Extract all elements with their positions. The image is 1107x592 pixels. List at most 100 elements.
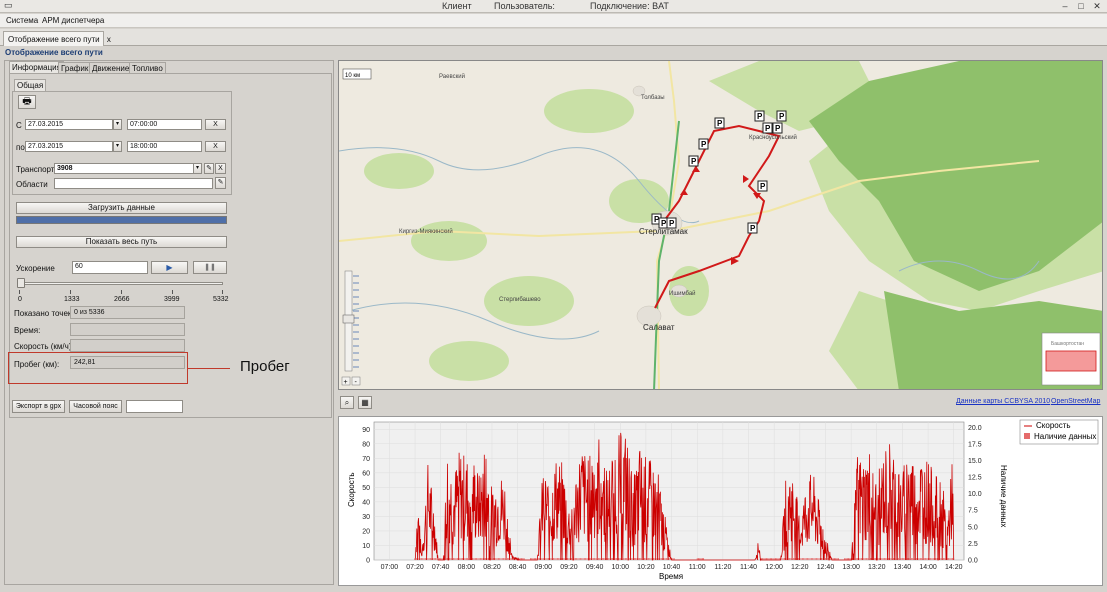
y-tick-label: 60 <box>362 470 370 477</box>
regions-edit-icon[interactable]: ✎ <box>215 177 226 189</box>
minimap-label: Башкортостан <box>1051 341 1084 347</box>
print-icon[interactable]: 🖶 <box>18 95 36 109</box>
tab-close-icon[interactable]: x <box>107 35 111 44</box>
y-tick-label: 50 <box>362 485 370 492</box>
y-axis-label: Скорость <box>347 472 356 507</box>
to-date-dropdown-icon[interactable]: ▾ <box>113 141 122 152</box>
tab-label: Отображение всего пути <box>8 35 100 44</box>
x-axis-label: Время <box>659 572 683 581</box>
transport-dropdown-icon[interactable]: ▾ <box>193 163 202 174</box>
transport-edit-icon[interactable]: ✎ <box>204 163 214 174</box>
clear-from-button[interactable]: X <box>205 119 226 130</box>
from-time-input[interactable]: 07:00:00 <box>127 119 202 130</box>
x-tick-label: 13:40 <box>894 564 912 571</box>
x-tick-label: 09:40 <box>586 564 604 571</box>
map-toolbar: ⌕ ▦ Данные карты CCBYSA 2010 OpenStreetM… <box>338 393 1103 413</box>
tab-general[interactable]: Общая <box>14 79 47 91</box>
transport-label: Транспорт <box>16 165 55 174</box>
legend-speed: Скорость <box>1036 421 1071 430</box>
svg-text:P: P <box>765 124 771 133</box>
load-data-button[interactable]: Загрузить данные <box>16 202 227 214</box>
export-gpx-button[interactable]: Экспорт в gpx <box>12 400 65 413</box>
y-tick-label: 90 <box>362 427 370 434</box>
y-tick-label: 0 <box>366 558 370 565</box>
from-date-input[interactable]: 27.03.2015 <box>25 119 113 130</box>
svg-text:P: P <box>750 224 756 233</box>
x-tick-label: 08:00 <box>458 564 476 571</box>
timezone-input[interactable] <box>126 400 183 413</box>
x-tick-label: 12:00 <box>765 564 783 571</box>
slider-tick-label: 1333 <box>64 296 80 303</box>
minimize-icon[interactable]: – <box>1058 1 1072 11</box>
to-time-input[interactable]: 18:00:00 <box>127 141 202 152</box>
mileage-value: 242,81 <box>70 356 185 369</box>
time-value <box>70 323 185 336</box>
svg-text:P: P <box>691 157 697 166</box>
svg-text:P: P <box>757 112 763 121</box>
map-view[interactable]: P P P P P P P P P P P P Раевский Толбазы… <box>338 60 1103 390</box>
timezone-button[interactable]: Часовой пояс <box>69 400 122 413</box>
place-label: Салават <box>643 323 675 332</box>
map-layers-icon[interactable]: ▦ <box>358 396 372 409</box>
regions-input[interactable] <box>54 178 213 189</box>
legend-availability-swatch <box>1024 433 1030 439</box>
load-progress-fill <box>17 217 226 223</box>
show-path-button[interactable]: Показать весь путь <box>16 236 227 248</box>
menu-dispatcher[interactable]: АРМ диспетчера <box>42 16 104 25</box>
playback-slider[interactable] <box>19 282 223 285</box>
section-title: Отображение всего пути <box>5 48 103 57</box>
minimap[interactable]: Башкортостан <box>1041 332 1101 386</box>
transport-clear-button[interactable]: X <box>215 163 226 174</box>
y2-tick-label: 12.5 <box>968 475 982 482</box>
close-icon[interactable]: ✕ <box>1090 1 1104 11</box>
y-tick-label: 80 <box>362 441 370 448</box>
to-date-input[interactable]: 27.03.2015 <box>25 141 113 152</box>
x-tick-label: 07:20 <box>406 564 424 571</box>
place-label: Киргиз-Миякинский <box>399 228 453 235</box>
connection-label: Подключение: BAT <box>590 1 669 11</box>
x-tick-label: 14:20 <box>945 564 963 571</box>
map-attribution-link[interactable]: Данные карты CCBYSA 2010 <box>956 398 1050 405</box>
y2-tick-label: 5.0 <box>968 524 978 531</box>
slider-handle[interactable] <box>17 278 25 288</box>
scale-label: 10 км <box>345 73 360 79</box>
place-label: Раевский <box>439 73 465 80</box>
x-tick-label: 09:20 <box>560 564 578 571</box>
x-tick-label: 14:00 <box>919 564 937 571</box>
points-value: 0 из 5336 <box>70 306 185 319</box>
y2-axis-label: Наличие данных <box>999 465 1008 527</box>
place-label: Толбазы <box>641 95 665 101</box>
place-label: Красноусольский <box>749 134 797 141</box>
zoom-in-label: + <box>344 379 348 386</box>
speedup-input[interactable]: 60 <box>72 261 148 274</box>
mileage-label: Пробег (км): <box>14 360 60 369</box>
maximize-icon[interactable]: □ <box>1074 1 1088 11</box>
slider-tick-label: 5332 <box>213 296 229 303</box>
x-tick-label: 08:40 <box>509 564 527 571</box>
clear-to-button[interactable]: X <box>205 141 226 152</box>
speed-label: Скорость (км/ч): <box>14 342 74 351</box>
play-icon[interactable]: ▶ <box>151 261 188 274</box>
from-date-dropdown-icon[interactable]: ▾ <box>113 119 122 130</box>
map-search-icon[interactable]: ⌕ <box>340 396 354 409</box>
tab-full-path[interactable]: Отображение всего пути x <box>3 31 111 46</box>
title-bar: ▭ Клиент Пользователь: Подключение: BAT … <box>0 0 1107 13</box>
x-tick-label: 11:20 <box>714 564 731 571</box>
load-progress <box>16 216 227 224</box>
svg-text:P: P <box>717 119 723 128</box>
menu-system[interactable]: Система <box>6 16 38 25</box>
x-tick-label: 12:20 <box>791 564 809 571</box>
y2-tick-label: 15.0 <box>968 458 982 465</box>
pause-icon[interactable]: ❚❚ <box>193 261 227 274</box>
map-canvas[interactable]: P P P P P P P P P P P P Раевский Толбазы… <box>339 61 1103 390</box>
transport-select[interactable]: 3908 <box>54 163 197 174</box>
y-tick-label: 10 <box>362 543 370 550</box>
x-tick-label: 07:40 <box>432 564 450 571</box>
x-tick-label: 09:00 <box>535 564 553 571</box>
speedup-label: Ускорение <box>16 264 55 273</box>
slider-tick-label: 0 <box>18 296 22 303</box>
minimap-viewport <box>1045 350 1097 372</box>
x-axis-ticks: 07:00 07:20 07:40 08:00 08:20 08:40 09:00 09:20… <box>381 564 963 571</box>
annotation-line <box>188 368 230 369</box>
osm-link[interactable]: OpenStreetMap <box>1051 398 1100 405</box>
